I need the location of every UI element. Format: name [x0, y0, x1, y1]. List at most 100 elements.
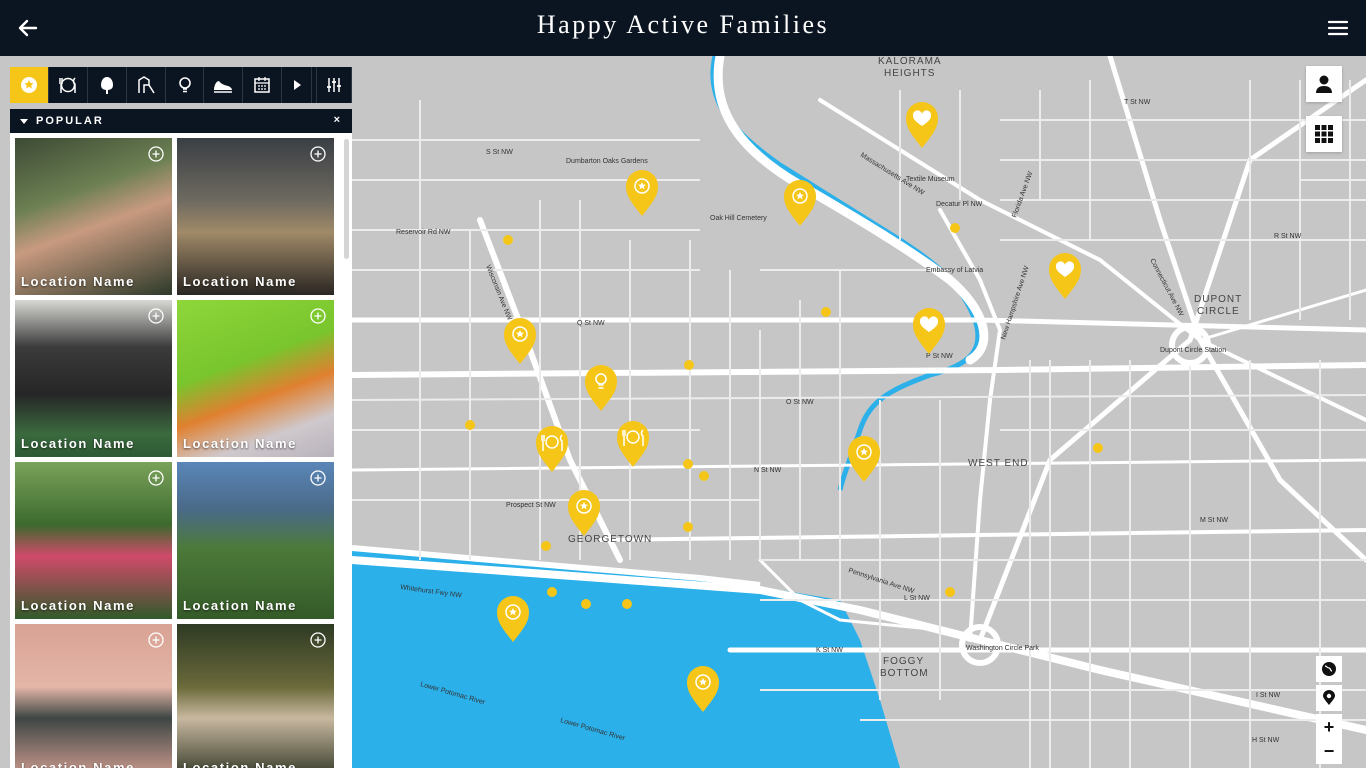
map-dot[interactable]	[684, 360, 694, 370]
label-l-st: L St NW	[904, 595, 930, 602]
location-tile[interactable]: Location Name	[15, 624, 172, 768]
location-grid: Location Name Location Name Location Name L…	[10, 133, 352, 768]
play-arrow-icon	[293, 80, 301, 90]
profile-button[interactable]	[1306, 66, 1342, 102]
tile-list: Location Name Location Name Location Name L…	[15, 138, 347, 768]
location-name: Location Name	[21, 274, 135, 289]
category-activities[interactable]	[204, 67, 244, 103]
label-t-st: T St NW	[1124, 99, 1151, 106]
grid-icon	[1315, 125, 1333, 143]
add-circle-icon[interactable]	[310, 308, 326, 324]
location-tile[interactable]: Location Name	[15, 462, 172, 619]
globe-button[interactable]	[1316, 656, 1342, 682]
location-tile[interactable]: Location Name	[177, 624, 334, 768]
add-circle-icon[interactable]	[310, 470, 326, 486]
label-k-st: K St NW	[816, 647, 843, 654]
add-circle-icon[interactable]	[148, 146, 164, 162]
label-oak-hill: Oak Hill Cemetery	[710, 215, 767, 222]
app-title: Happy Active Families	[536, 10, 830, 39]
label-prospect: Prospect St NW	[506, 502, 556, 509]
map-dot[interactable]	[683, 522, 693, 532]
zoom-out-button[interactable]: −	[1316, 738, 1342, 764]
add-circle-icon[interactable]	[148, 470, 164, 486]
label-circle: CIRCLE	[1197, 306, 1240, 317]
label-heights: HEIGHTS	[884, 68, 935, 79]
category-ideas[interactable]	[166, 67, 205, 103]
label-embassy-latvia: Embassy of Latvia	[926, 267, 983, 274]
label-s-st: S St NW	[486, 149, 513, 156]
label-dupont-station: Dupont Circle Station	[1160, 347, 1226, 354]
map-dot[interactable]	[945, 587, 955, 597]
locate-button[interactable]	[1316, 685, 1342, 711]
map-dot[interactable]	[1093, 443, 1103, 453]
places-panel: POPULAR × Location Name Location Name Loca…	[10, 67, 353, 768]
location-name: Location Name	[183, 760, 297, 768]
map-dot[interactable]	[622, 599, 632, 609]
lightbulb-icon	[178, 77, 191, 93]
category-bar	[10, 67, 353, 103]
category-indoor[interactable]	[127, 67, 166, 103]
location-name: Location Name	[21, 598, 135, 613]
zoom-in-button[interactable]: +	[1316, 714, 1342, 740]
label-i-st: I St NW	[1256, 692, 1281, 699]
playground-icon	[137, 76, 155, 94]
map-dot[interactable]	[581, 599, 591, 609]
star-icon	[20, 77, 37, 93]
map-dot[interactable]	[821, 307, 831, 317]
location-name: Location Name	[21, 436, 135, 451]
caret-down-icon[interactable]	[20, 118, 28, 124]
map-dot[interactable]	[503, 235, 513, 245]
category-outdoors[interactable]	[88, 67, 127, 103]
location-tile[interactable]: Location Name	[177, 138, 334, 295]
label-kalorama: KALORAMA	[878, 56, 942, 67]
label-m-st: M St NW	[1200, 517, 1228, 524]
shoe-icon	[214, 81, 233, 93]
label-west-end: WEST END	[968, 458, 1029, 469]
utensils-icon	[59, 77, 76, 93]
add-circle-icon[interactable]	[310, 632, 326, 648]
add-circle-icon[interactable]	[148, 632, 164, 648]
label-dumbarton: Dumbarton Oaks Gardens	[566, 158, 648, 165]
location-pin-icon	[1323, 690, 1335, 705]
category-events[interactable]	[243, 67, 283, 103]
label-reservoir: Reservoir Rd NW	[396, 229, 451, 236]
close-section-icon[interactable]: ×	[334, 114, 342, 126]
calendar-icon	[254, 77, 271, 93]
map-dot[interactable]	[547, 587, 557, 597]
label-bottom: BOTTOM	[880, 668, 929, 679]
label-dupont: DUPONT	[1194, 294, 1242, 305]
label-washington-circle: Washington Circle Park	[966, 645, 1039, 652]
location-name: Location Name	[183, 436, 297, 451]
user-icon	[1316, 75, 1332, 93]
section-label: POPULAR	[36, 115, 104, 127]
scrollbar[interactable]	[344, 139, 349, 259]
category-popular[interactable]	[10, 67, 49, 103]
label-georgetown: GEORGETOWN	[568, 534, 652, 545]
category-food[interactable]	[49, 67, 88, 103]
label-o-st: O St NW	[786, 399, 814, 406]
location-tile[interactable]: Location Name	[177, 462, 334, 619]
grid-view-button[interactable]	[1306, 116, 1342, 152]
map-dot[interactable]	[950, 223, 960, 233]
add-circle-icon[interactable]	[148, 308, 164, 324]
location-name: Location Name	[183, 598, 297, 613]
label-r-st: R St NW	[1274, 233, 1302, 240]
tree-icon	[100, 77, 113, 94]
label-h-st: H St NW	[1252, 737, 1280, 744]
location-tile[interactable]: Location Name	[15, 300, 172, 457]
map-dot[interactable]	[699, 471, 709, 481]
filter-button[interactable]	[316, 67, 353, 103]
hamburger-menu-icon[interactable]	[1324, 14, 1352, 42]
map-dot[interactable]	[683, 459, 693, 469]
location-name: Location Name	[21, 760, 135, 768]
map-dot[interactable]	[541, 541, 551, 551]
next-categories-button[interactable]	[282, 67, 313, 103]
label-foggy: FOGGY	[883, 656, 924, 667]
location-tile[interactable]: Location Name	[177, 300, 334, 457]
map-dot[interactable]	[465, 420, 475, 430]
location-tile[interactable]: Location Name	[15, 138, 172, 295]
label-decatur: Decatur Pl NW	[936, 201, 983, 208]
add-circle-icon[interactable]	[310, 146, 326, 162]
section-header[interactable]: POPULAR ×	[10, 109, 352, 133]
label-p-st: P St NW	[926, 353, 953, 360]
